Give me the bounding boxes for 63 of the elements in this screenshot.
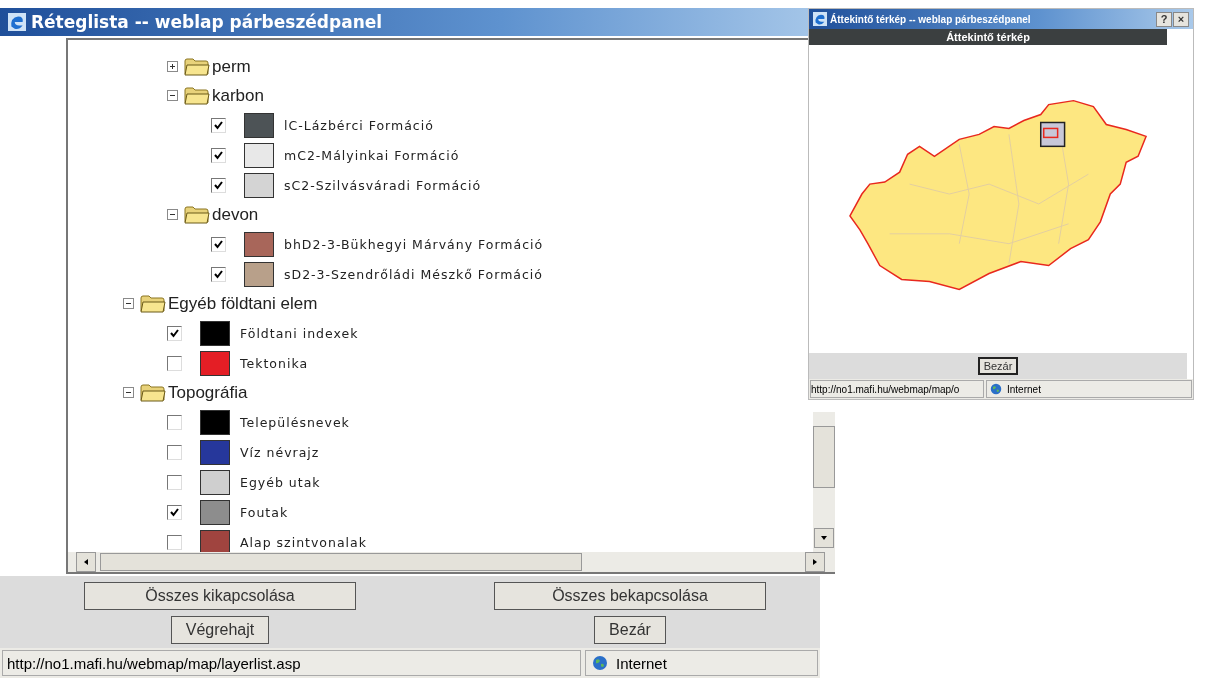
layer-label: sC2-Szilvásváradi Formáció <box>284 177 482 193</box>
layer-checkbox[interactable] <box>211 147 226 163</box>
globe-icon <box>990 383 1002 395</box>
status-url: http://no1.mafi.hu/webmap/map/layerlist.asp <box>2 650 581 676</box>
zone-label: Internet <box>616 654 667 672</box>
globe-icon <box>592 655 608 671</box>
title-bar-button[interactable]: ? <box>1156 11 1172 27</box>
layer-label: Településnevek <box>240 414 350 430</box>
layer-label: bhD2-3-Bükhegyi Márvány Formáció <box>284 236 544 252</box>
title-bar-button[interactable]: × <box>1173 11 1189 27</box>
folder-icon <box>140 383 166 402</box>
horizontal-scrollbar[interactable] <box>68 552 835 572</box>
folder-label[interactable]: karbon <box>212 85 264 106</box>
layer-checkbox[interactable] <box>211 117 226 133</box>
layer-label: Földtani indexek <box>240 325 359 341</box>
collapse-icon[interactable] <box>167 209 178 220</box>
browser-icon <box>8 13 26 31</box>
layer-label: Víz névrajz <box>240 444 320 460</box>
layer-checkbox[interactable] <box>167 355 182 371</box>
layer-label: Alap szintvonalak <box>240 534 367 550</box>
scroll-right-icon[interactable] <box>811 558 819 566</box>
layer-label: Egyéb utak <box>240 474 321 490</box>
dialog-button[interactable]: Végrehajt <box>170 616 270 644</box>
layer-checkbox[interactable] <box>167 325 182 341</box>
expand-icon[interactable] <box>167 61 178 72</box>
collapse-icon[interactable] <box>123 387 134 398</box>
dialog-button[interactable]: Összes bekapcsolása <box>494 582 766 610</box>
layer-checkbox[interactable] <box>167 534 182 550</box>
browser-icon <box>813 12 827 26</box>
scroll-left-icon[interactable] <box>82 558 90 566</box>
layer-checkbox[interactable] <box>211 236 226 252</box>
extent-marker <box>1040 121 1066 148</box>
folder-icon <box>140 294 166 313</box>
layer-label: Tektonika <box>240 355 309 371</box>
window-title: Áttekintő térkép -- weblap párbeszédpanel <box>830 13 1032 25</box>
dialog-button[interactable]: Összes kikapcsolása <box>84 582 356 610</box>
layer-checkbox[interactable] <box>167 504 182 520</box>
folder-label[interactable]: Egyéb földtani elem <box>168 293 318 314</box>
folder-label[interactable]: Topográfia <box>168 382 248 403</box>
window-title: Réteglista -- weblap párbeszédpanel <box>31 12 383 32</box>
folder-label[interactable]: devon <box>212 204 259 225</box>
dialog-button[interactable]: Bezár <box>594 616 666 644</box>
layer-label: mC2-Mályinkai Formáció <box>284 147 460 163</box>
map-header: Áttekintő térkép <box>809 29 1167 45</box>
layer-label: Foutak <box>240 504 289 520</box>
status-url: http://no1.mafi.hu/webmap/map/o <box>810 380 984 398</box>
folder-label[interactable]: perm <box>212 56 251 77</box>
layer-checkbox[interactable] <box>211 266 226 282</box>
layer-checkbox[interactable] <box>167 444 182 460</box>
collapse-icon[interactable] <box>167 90 178 101</box>
layer-label: lC-Lázbérci Formáció <box>284 117 434 133</box>
layer-label: sD2-3-Szendrőládi Mészkő Formáció <box>284 266 543 282</box>
folder-icon <box>184 86 210 105</box>
layer-checkbox[interactable] <box>211 177 226 193</box>
collapse-icon[interactable] <box>123 298 134 309</box>
folder-icon <box>184 57 210 76</box>
layer-checkbox[interactable] <box>167 414 182 430</box>
folder-icon <box>184 205 210 224</box>
scroll-down-icon[interactable] <box>820 534 828 542</box>
vertical-scrollbar[interactable] <box>813 412 835 552</box>
layer-checkbox[interactable] <box>167 474 182 490</box>
close-button[interactable]: Bezár <box>977 357 1019 375</box>
zone-label: Internet <box>1007 383 1041 395</box>
